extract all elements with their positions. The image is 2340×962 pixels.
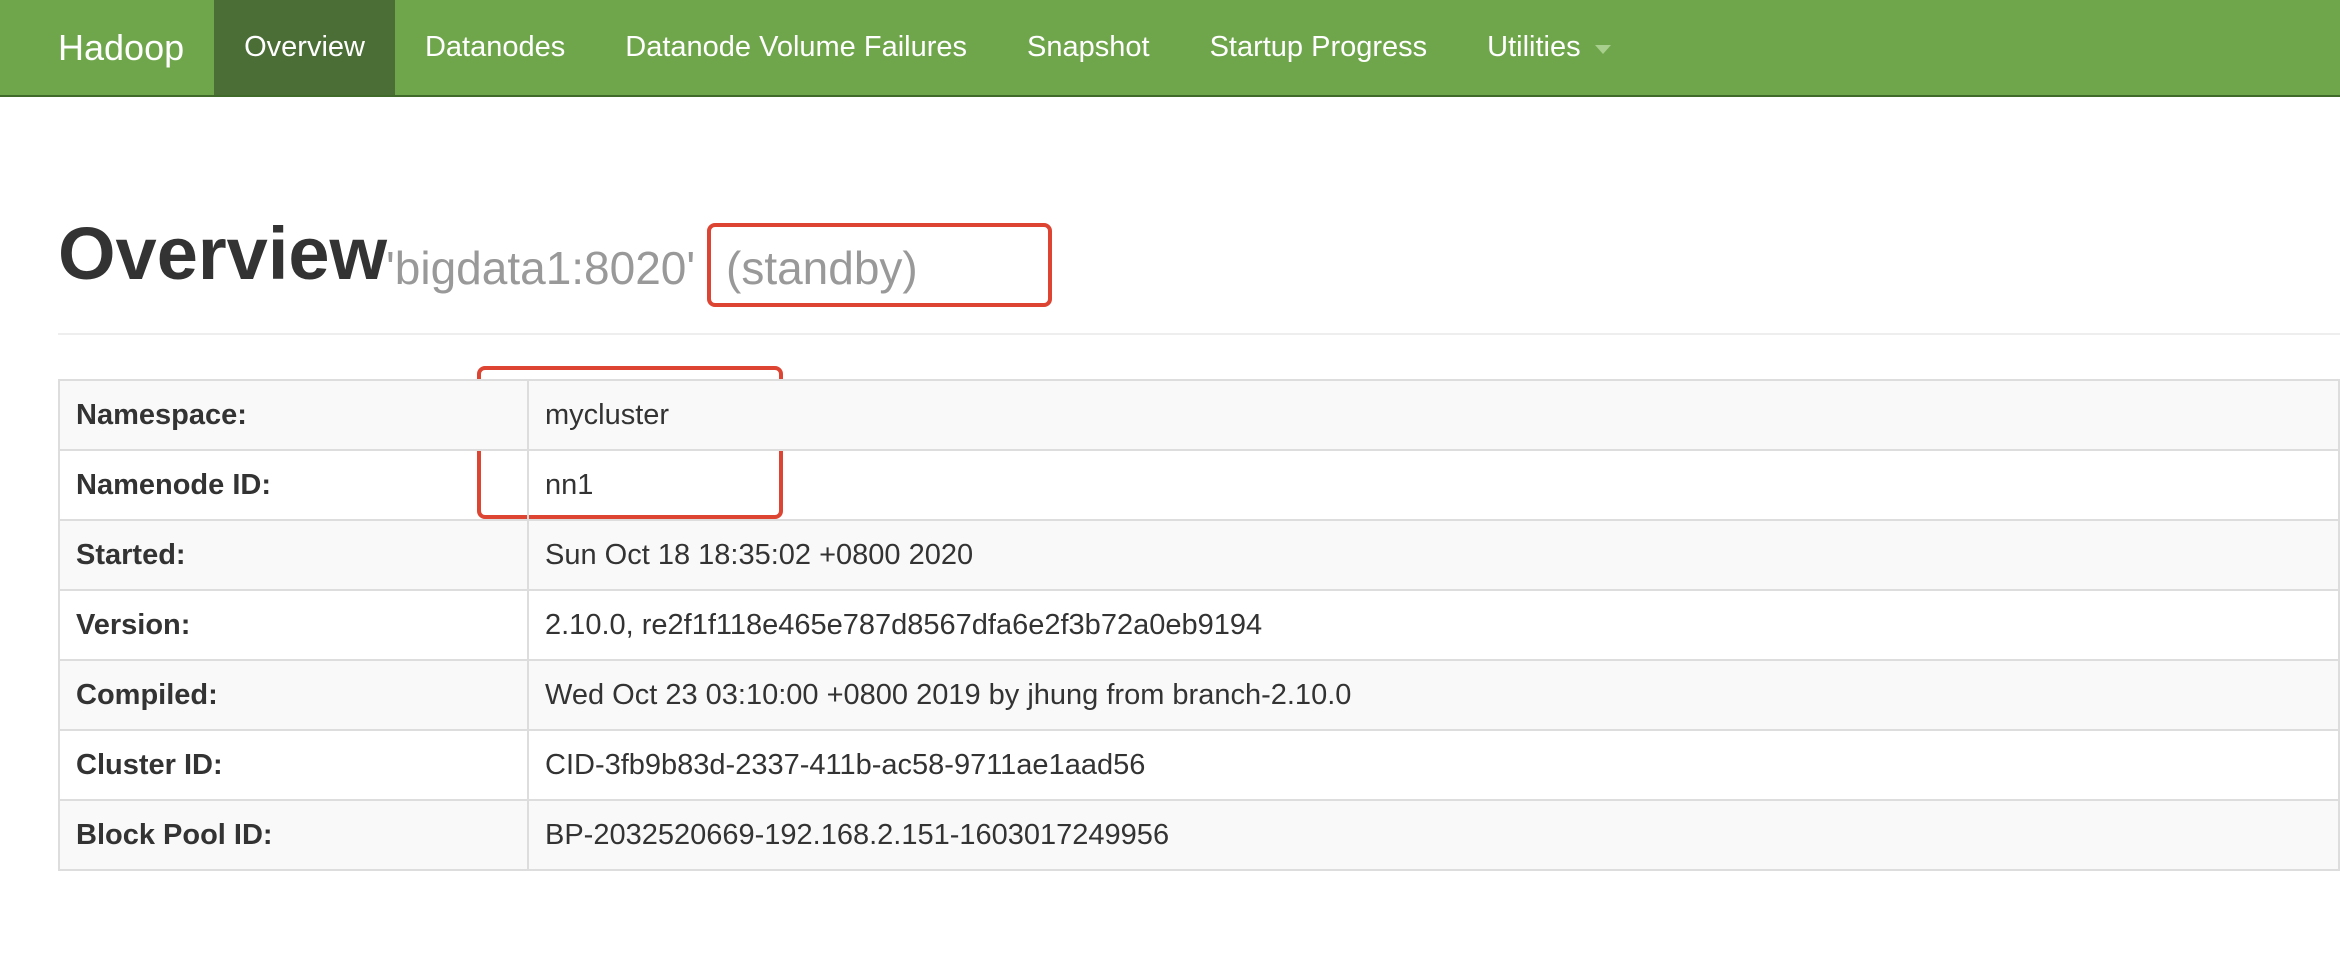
caret-down-icon (1594, 45, 1611, 54)
nav-overview[interactable]: Overview (214, 0, 395, 95)
nav-datanode-volume-failures[interactable]: Datanode Volume Failures (595, 0, 997, 95)
table-row: Cluster ID: CID-3fb9b83d-2337-411b-ac58-… (58, 729, 2340, 801)
row-label: Compiled: (58, 659, 529, 731)
host-address: 'bigdata1:8020' (386, 242, 696, 294)
row-label: Namespace: (58, 379, 529, 451)
row-value: Sun Oct 18 18:35:02 +0800 2020 (527, 519, 2340, 591)
table-row: Block Pool ID: BP-2032520669-192.168.2.1… (58, 799, 2340, 871)
row-value: nn1 (527, 449, 2340, 521)
table-row: Compiled: Wed Oct 23 03:10:00 +0800 2019… (58, 659, 2340, 731)
row-value: 2.10.0, re2f1f118e465e787d8567dfa6e2f3b7… (527, 589, 2340, 661)
row-label: Started: (58, 519, 529, 591)
row-label: Cluster ID: (58, 729, 529, 801)
table-row: Version: 2.10.0, re2f1f118e465e787d8567d… (58, 589, 2340, 661)
nav-utilities-label: Utilities (1487, 31, 1581, 63)
row-value: mycluster (527, 379, 2340, 451)
table-row: Namespace: mycluster (58, 379, 2340, 451)
row-value: BP-2032520669-192.168.2.151-160301724995… (527, 799, 2340, 871)
top-navbar: Hadoop Overview Datanodes Datanode Volum… (0, 0, 2340, 97)
brand-logo[interactable]: Hadoop (0, 0, 214, 95)
table-row: Namenode ID: nn1 (58, 449, 2340, 521)
nav-snapshot[interactable]: Snapshot (997, 0, 1180, 95)
standby-highlight-box (707, 223, 1052, 307)
row-label: Namenode ID: (58, 449, 529, 521)
row-label: Block Pool ID: (58, 799, 529, 871)
table-row: Started: Sun Oct 18 18:35:02 +0800 2020 (58, 519, 2340, 591)
row-label: Version: (58, 589, 529, 661)
nav-startup-progress[interactable]: Startup Progress (1180, 0, 1458, 95)
page-title: Overview (58, 212, 388, 295)
nav-utilities-dropdown[interactable]: Utilities (1457, 0, 1640, 95)
row-value: CID-3fb9b83d-2337-411b-ac58-9711ae1aad56 (527, 729, 2340, 801)
row-value: Wed Oct 23 03:10:00 +0800 2019 by jhung … (527, 659, 2340, 731)
nav-datanodes[interactable]: Datanodes (395, 0, 595, 95)
overview-table: Namespace: mycluster Namenode ID: nn1 St… (58, 379, 2340, 871)
page-header: Overview 'bigdata1:8020' (standby) (58, 205, 2340, 335)
